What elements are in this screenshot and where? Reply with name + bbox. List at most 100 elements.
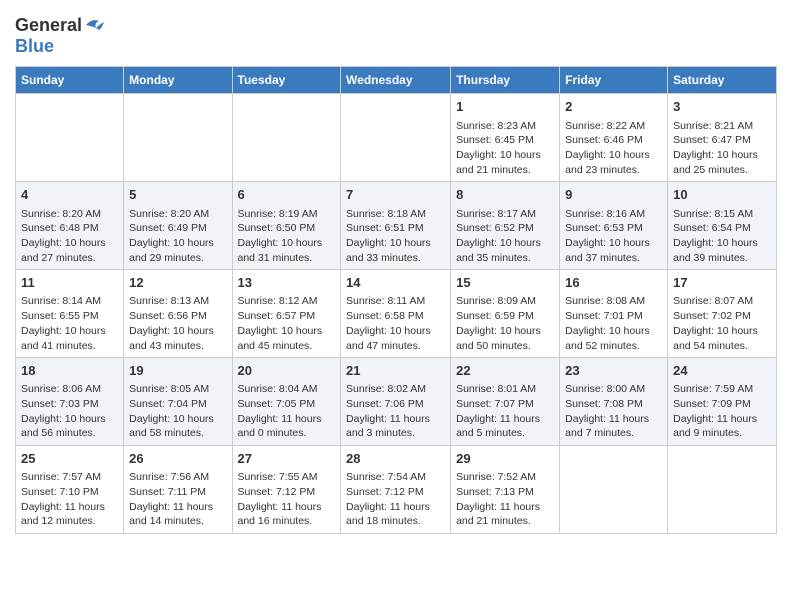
calendar-cell	[341, 94, 451, 182]
calendar-cell: 26 Sunrise: 7:56 AM Sunset: 7:11 PM Dayli…	[124, 446, 232, 534]
day-number: 23	[565, 362, 662, 380]
cell-content: Sunrise: 8:20 AM Sunset: 6:48 PM Dayligh…	[21, 207, 118, 266]
cell-content: Sunrise: 8:15 AM Sunset: 6:54 PM Dayligh…	[673, 207, 771, 266]
cell-content: Sunrise: 8:08 AM Sunset: 7:01 PM Dayligh…	[565, 294, 662, 353]
calendar-cell: 4 Sunrise: 8:20 AM Sunset: 6:48 PM Daylig…	[16, 182, 124, 270]
cell-content: Sunrise: 8:16 AM Sunset: 6:53 PM Dayligh…	[565, 207, 662, 266]
day-number: 12	[129, 274, 226, 292]
calendar-cell: 13Sunrise: 8:12 AM Sunset: 6:57 PM Dayli…	[232, 270, 341, 358]
cell-content: Sunrise: 8:12 AM Sunset: 6:57 PM Dayligh…	[238, 294, 336, 353]
calendar-cell: 5Sunrise: 8:20 AM Sunset: 6:49 PM Daylig…	[124, 182, 232, 270]
page-header: General Blue	[15, 15, 777, 56]
week-row-4: 18 Sunrise: 8:06 AM Sunset: 7:03 PM Dayli…	[16, 358, 777, 446]
cell-content: Sunrise: 7:57 AM Sunset: 7:10 PM Dayligh…	[21, 470, 118, 529]
day-number: 28	[346, 450, 445, 468]
cell-content: Sunrise: 8:18 AM Sunset: 6:51 PM Dayligh…	[346, 207, 445, 266]
cell-content: Sunrise: 8:17 AM Sunset: 6:52 PM Dayligh…	[456, 207, 554, 266]
day-number: 18	[21, 362, 118, 380]
calendar-cell: 1Sunrise: 8:23 AM Sunset: 6:45 PM Daylig…	[451, 94, 560, 182]
logo: General Blue	[15, 15, 104, 56]
week-row-5: 25 Sunrise: 7:57 AM Sunset: 7:10 PM Dayli…	[16, 446, 777, 534]
cell-content: Sunrise: 8:07 AM Sunset: 7:02 PM Dayligh…	[673, 294, 771, 353]
day-number: 25	[21, 450, 118, 468]
logo-bird-icon	[84, 16, 104, 34]
days-header-row: SundayMondayTuesdayWednesdayThursdayFrid…	[16, 67, 777, 94]
day-number: 4	[21, 186, 118, 204]
cell-content: Sunrise: 8:14 AM Sunset: 6:55 PM Dayligh…	[21, 294, 118, 353]
day-header-saturday: Saturday	[668, 67, 777, 94]
day-number: 10	[673, 186, 771, 204]
cell-content: Sunrise: 7:59 AM Sunset: 7:09 PM Dayligh…	[673, 382, 771, 441]
cell-content: Sunrise: 8:22 AM Sunset: 6:46 PM Dayligh…	[565, 119, 662, 178]
calendar-cell	[232, 94, 341, 182]
logo-general: General	[15, 15, 82, 36]
calendar-cell	[16, 94, 124, 182]
calendar-cell: 16 Sunrise: 8:08 AM Sunset: 7:01 PM Dayli…	[560, 270, 668, 358]
calendar-table: SundayMondayTuesdayWednesdayThursdayFrid…	[15, 66, 777, 534]
day-header-thursday: Thursday	[451, 67, 560, 94]
cell-content: Sunrise: 8:21 AM Sunset: 6:47 PM Dayligh…	[673, 119, 771, 178]
day-header-sunday: Sunday	[16, 67, 124, 94]
day-number: 27	[238, 450, 336, 468]
cell-content: Sunrise: 7:55 AM Sunset: 7:12 PM Dayligh…	[238, 470, 336, 529]
day-number: 21	[346, 362, 445, 380]
cell-content: Sunrise: 7:54 AM Sunset: 7:12 PM Dayligh…	[346, 470, 445, 529]
day-number: 9	[565, 186, 662, 204]
cell-content: Sunrise: 7:56 AM Sunset: 7:11 PM Dayligh…	[129, 470, 226, 529]
calendar-cell: 11 Sunrise: 8:14 AM Sunset: 6:55 PM Dayli…	[16, 270, 124, 358]
calendar-cell: 15 Sunrise: 8:09 AM Sunset: 6:59 PM Dayli…	[451, 270, 560, 358]
day-number: 16	[565, 274, 662, 292]
cell-content: Sunrise: 8:13 AM Sunset: 6:56 PM Dayligh…	[129, 294, 226, 353]
calendar-cell: 3 Sunrise: 8:21 AM Sunset: 6:47 PM Daylig…	[668, 94, 777, 182]
day-number: 2	[565, 98, 662, 116]
day-header-tuesday: Tuesday	[232, 67, 341, 94]
cell-content: Sunrise: 8:05 AM Sunset: 7:04 PM Dayligh…	[129, 382, 226, 441]
calendar-cell: 25 Sunrise: 7:57 AM Sunset: 7:10 PM Dayli…	[16, 446, 124, 534]
day-number: 22	[456, 362, 554, 380]
day-number: 3	[673, 98, 771, 116]
calendar-cell: 28 Sunrise: 7:54 AM Sunset: 7:12 PM Dayli…	[341, 446, 451, 534]
cell-content: Sunrise: 8:04 AM Sunset: 7:05 PM Dayligh…	[238, 382, 336, 441]
day-number: 20	[238, 362, 336, 380]
logo-blue: Blue	[15, 36, 54, 57]
day-number: 24	[673, 362, 771, 380]
calendar-cell: 9 Sunrise: 8:16 AM Sunset: 6:53 PM Daylig…	[560, 182, 668, 270]
cell-content: Sunrise: 8:06 AM Sunset: 7:03 PM Dayligh…	[21, 382, 118, 441]
day-header-monday: Monday	[124, 67, 232, 94]
calendar-cell: 24 Sunrise: 7:59 AM Sunset: 7:09 PM Dayli…	[668, 358, 777, 446]
calendar-cell	[560, 446, 668, 534]
cell-content: Sunrise: 8:02 AM Sunset: 7:06 PM Dayligh…	[346, 382, 445, 441]
week-row-3: 11 Sunrise: 8:14 AM Sunset: 6:55 PM Dayli…	[16, 270, 777, 358]
day-number: 8	[456, 186, 554, 204]
cell-content: Sunrise: 8:01 AM Sunset: 7:07 PM Dayligh…	[456, 382, 554, 441]
calendar-cell: 6 Sunrise: 8:19 AM Sunset: 6:50 PM Daylig…	[232, 182, 341, 270]
day-number: 26	[129, 450, 226, 468]
week-row-2: 4 Sunrise: 8:20 AM Sunset: 6:48 PM Daylig…	[16, 182, 777, 270]
day-number: 6	[238, 186, 336, 204]
day-number: 1	[456, 98, 554, 116]
cell-content: Sunrise: 8:19 AM Sunset: 6:50 PM Dayligh…	[238, 207, 336, 266]
calendar-cell: 29Sunrise: 7:52 AM Sunset: 7:13 PM Dayli…	[451, 446, 560, 534]
calendar-cell: 21 Sunrise: 8:02 AM Sunset: 7:06 PM Dayli…	[341, 358, 451, 446]
day-number: 11	[21, 274, 118, 292]
day-number: 7	[346, 186, 445, 204]
calendar-cell: 22 Sunrise: 8:01 AM Sunset: 7:07 PM Dayli…	[451, 358, 560, 446]
cell-content: Sunrise: 7:52 AM Sunset: 7:13 PM Dayligh…	[456, 470, 554, 529]
calendar-cell: 2 Sunrise: 8:22 AM Sunset: 6:46 PM Daylig…	[560, 94, 668, 182]
day-header-wednesday: Wednesday	[341, 67, 451, 94]
cell-content: Sunrise: 8:09 AM Sunset: 6:59 PM Dayligh…	[456, 294, 554, 353]
day-number: 17	[673, 274, 771, 292]
calendar-cell: 18 Sunrise: 8:06 AM Sunset: 7:03 PM Dayli…	[16, 358, 124, 446]
calendar-cell: 20 Sunrise: 8:04 AM Sunset: 7:05 PM Dayli…	[232, 358, 341, 446]
calendar-cell: 19 Sunrise: 8:05 AM Sunset: 7:04 PM Dayli…	[124, 358, 232, 446]
day-number: 14	[346, 274, 445, 292]
day-number: 5	[129, 186, 226, 204]
day-number: 15	[456, 274, 554, 292]
calendar-cell: 7 Sunrise: 8:18 AM Sunset: 6:51 PM Daylig…	[341, 182, 451, 270]
calendar-cell: 27 Sunrise: 7:55 AM Sunset: 7:12 PM Dayli…	[232, 446, 341, 534]
calendar-cell: 23Sunrise: 8:00 AM Sunset: 7:08 PM Dayli…	[560, 358, 668, 446]
day-number: 19	[129, 362, 226, 380]
calendar-cell: 14Sunrise: 8:11 AM Sunset: 6:58 PM Dayli…	[341, 270, 451, 358]
week-row-1: 1Sunrise: 8:23 AM Sunset: 6:45 PM Daylig…	[16, 94, 777, 182]
day-header-friday: Friday	[560, 67, 668, 94]
